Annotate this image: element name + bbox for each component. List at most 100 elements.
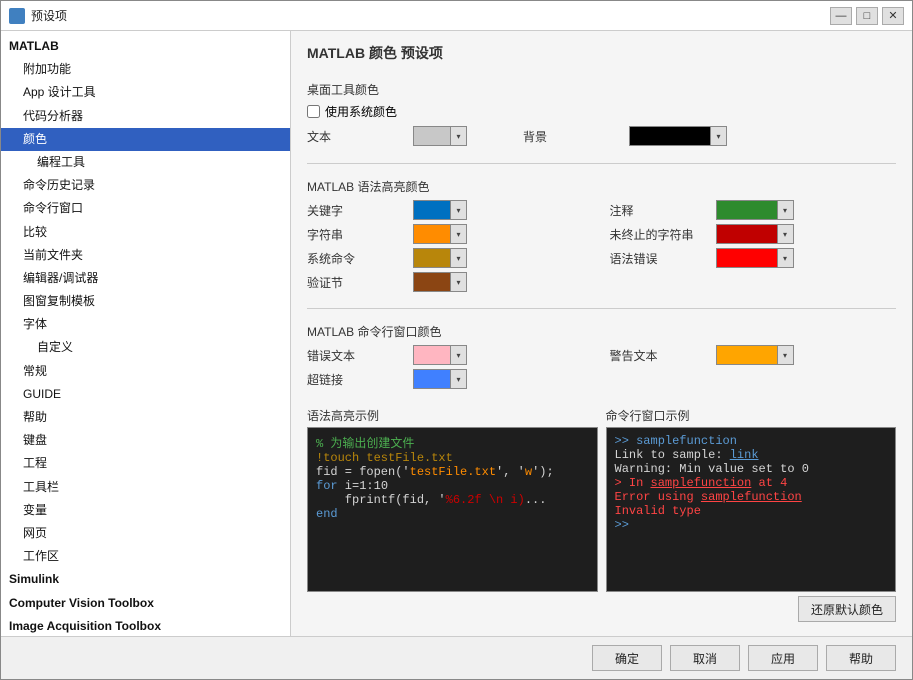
warning-text-dropdown[interactable]: ▾ xyxy=(777,346,793,364)
sidebar-item-image-acquisition-toolbox[interactable]: Image Acquisition Toolbox xyxy=(1,615,290,636)
sidebar-item-simulink[interactable]: Simulink xyxy=(1,568,290,591)
string-color-pair: 字符串 ▾ xyxy=(307,224,594,244)
syscmd-dropdown[interactable]: ▾ xyxy=(450,249,466,267)
right-panel: MATLAB 颜色 预设项 桌面工具颜色 使用系统颜色 文本 ▾ xyxy=(291,31,912,636)
sidebar-item-工具栏[interactable]: 工具栏 xyxy=(1,476,290,499)
maximize-button[interactable]: □ xyxy=(856,7,878,25)
use-system-colors-checkbox[interactable] xyxy=(307,105,320,118)
comment-dropdown[interactable]: ▾ xyxy=(777,201,793,219)
verify-color-pair: 验证节 ▾ xyxy=(307,272,594,292)
text-color-swatch-wrap: ▾ xyxy=(413,126,467,146)
string-label: 字符串 xyxy=(307,226,407,243)
verify-color-swatch[interactable] xyxy=(414,273,450,291)
sidebar-item-颜色[interactable]: 颜色 xyxy=(1,128,290,151)
sidebar-item-guide[interactable]: GUIDE xyxy=(1,383,290,406)
cmd-line-5: Error using samplefunction xyxy=(615,490,888,504)
error-text-swatch[interactable] xyxy=(414,346,450,364)
sidebar: MATLAB附加功能App 设计工具代码分析器颜色编程工具命令历史记录命令行窗口… xyxy=(1,31,291,636)
syn-line-1: % 为输出创建文件 xyxy=(316,434,589,451)
sidebar-item-常规[interactable]: 常规 xyxy=(1,360,290,383)
sidebar-item-app-设计工具[interactable]: App 设计工具 xyxy=(1,81,290,104)
close-button[interactable]: ✕ xyxy=(882,7,904,25)
text-color-swatch[interactable] xyxy=(414,127,450,145)
cancel-button[interactable]: 取消 xyxy=(670,645,740,671)
panel-title: MATLAB 颜色 预设项 xyxy=(307,43,896,63)
hyperlink-color-pair: 超链接 ▾ xyxy=(307,369,594,389)
comment-color-pair: 注释 ▾ xyxy=(610,200,897,220)
bottom-bar: 确定 取消 应用 帮助 xyxy=(1,636,912,679)
verify-label: 验证节 xyxy=(307,274,407,291)
syscmd-color-swatch[interactable] xyxy=(414,249,450,267)
keyword-color-swatch[interactable] xyxy=(414,201,450,219)
syntax-example-col: 语法高亮示例 % 为输出创建文件 !touch testFile.txt fid… xyxy=(307,407,598,592)
cmd-line-2: Link to sample: link xyxy=(615,448,888,462)
desktop-colors-section: 桌面工具颜色 使用系统颜色 文本 ▾ 背景 xyxy=(307,73,896,151)
sidebar-item-自定义[interactable]: 自定义 xyxy=(1,336,290,359)
keyword-dropdown[interactable]: ▾ xyxy=(450,201,466,219)
error-text-swatch-wrap: ▾ xyxy=(413,345,467,365)
cmd-line-6: Invalid type xyxy=(615,504,888,518)
warning-text-swatch[interactable] xyxy=(717,346,777,364)
sidebar-item-网页[interactable]: 网页 xyxy=(1,522,290,545)
minimize-button[interactable]: — xyxy=(830,7,852,25)
warning-text-swatch-wrap: ▾ xyxy=(716,345,794,365)
sidebar-item-工程[interactable]: 工程 xyxy=(1,452,290,475)
title-bar-left: 预设项 xyxy=(9,7,67,24)
title-bar: 预设项 — □ ✕ xyxy=(1,1,912,31)
string-dropdown[interactable]: ▾ xyxy=(450,225,466,243)
error-text-dropdown[interactable]: ▾ xyxy=(450,346,466,364)
cmd-colors-label: MATLAB 命令行窗口颜色 xyxy=(307,323,896,340)
sidebar-item-命令历史记录[interactable]: 命令历史记录 xyxy=(1,174,290,197)
hyperlink-swatch[interactable] xyxy=(414,370,450,388)
background-color-swatch[interactable] xyxy=(630,127,710,145)
string-color-swatch[interactable] xyxy=(414,225,450,243)
hyperlink-dropdown[interactable]: ▾ xyxy=(450,370,466,388)
cmd-example-box: >> samplefunction Link to sample: link W… xyxy=(606,427,897,592)
restore-row: 还原默认颜色 xyxy=(307,596,896,622)
hyperlink-swatch-wrap: ▾ xyxy=(413,369,467,389)
syntax-error-swatch[interactable] xyxy=(717,249,777,267)
sidebar-item-图窗复制模板[interactable]: 图窗复制模板 xyxy=(1,290,290,313)
text-color-dropdown[interactable]: ▾ xyxy=(450,127,466,145)
sidebar-item-附加功能[interactable]: 附加功能 xyxy=(1,58,290,81)
restore-defaults-button[interactable]: 还原默认颜色 xyxy=(798,596,896,622)
cmd-line-1: >> samplefunction xyxy=(615,434,888,448)
error-text-color-pair: 错误文本 ▾ xyxy=(307,345,594,365)
sidebar-item-键盘[interactable]: 键盘 xyxy=(1,429,290,452)
unterm-string-swatch[interactable] xyxy=(717,225,777,243)
syntax-example-box: % 为输出创建文件 !touch testFile.txt fid = fope… xyxy=(307,427,598,592)
sidebar-item-computer-vision-toolbox[interactable]: Computer Vision Toolbox xyxy=(1,592,290,615)
sidebar-item-帮助[interactable]: 帮助 xyxy=(1,406,290,429)
sidebar-item-代码分析器[interactable]: 代码分析器 xyxy=(1,105,290,128)
sidebar-item-编辑器/调试器[interactable]: 编辑器/调试器 xyxy=(1,267,290,290)
unterm-string-dropdown[interactable]: ▾ xyxy=(777,225,793,243)
use-system-colors-row: 使用系统颜色 xyxy=(307,103,896,120)
apply-button[interactable]: 应用 xyxy=(748,645,818,671)
window-controls: — □ ✕ xyxy=(830,7,904,25)
string-swatch-wrap: ▾ xyxy=(413,224,467,244)
comment-color-swatch[interactable] xyxy=(717,201,777,219)
cmd-colors-section: MATLAB 命令行窗口颜色 错误文本 ▾ 警告文本 xyxy=(307,315,896,393)
help-button[interactable]: 帮助 xyxy=(826,645,896,671)
sidebar-item-字体[interactable]: 字体 xyxy=(1,313,290,336)
confirm-button[interactable]: 确定 xyxy=(592,645,662,671)
settings-icon xyxy=(9,8,25,24)
warning-text-color-pair: 警告文本 ▾ xyxy=(610,345,897,365)
sidebar-item-当前文件夹[interactable]: 当前文件夹 xyxy=(1,244,290,267)
syntax-error-dropdown[interactable]: ▾ xyxy=(777,249,793,267)
cmd-line-7: >> xyxy=(615,518,888,532)
sidebar-item-比较[interactable]: 比较 xyxy=(1,221,290,244)
text-label: 文本 xyxy=(307,128,407,145)
sidebar-item-matlab[interactable]: MATLAB xyxy=(1,35,290,58)
sidebar-item-工作区[interactable]: 工作区 xyxy=(1,545,290,568)
sidebar-item-变量[interactable]: 变量 xyxy=(1,499,290,522)
examples-row: 语法高亮示例 % 为输出创建文件 !touch testFile.txt fid… xyxy=(307,407,896,592)
use-system-colors-label: 使用系统颜色 xyxy=(325,103,397,120)
cmd-line-4: > In samplefunction at 4 xyxy=(615,476,888,490)
sidebar-item-命令行窗口[interactable]: 命令行窗口 xyxy=(1,197,290,220)
error-text-label: 错误文本 xyxy=(307,347,407,364)
sidebar-item-编程工具[interactable]: 编程工具 xyxy=(1,151,290,174)
sidebar-tree: MATLAB附加功能App 设计工具代码分析器颜色编程工具命令历史记录命令行窗口… xyxy=(1,31,290,636)
background-color-dropdown[interactable]: ▾ xyxy=(710,127,726,145)
verify-dropdown[interactable]: ▾ xyxy=(450,273,466,291)
